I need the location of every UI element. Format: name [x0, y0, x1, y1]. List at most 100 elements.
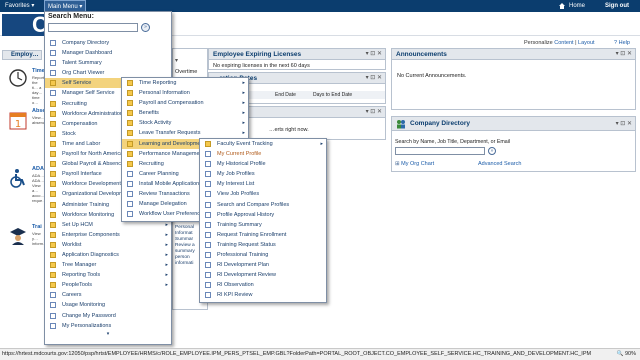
menu-item-label: Administer Training — [62, 201, 110, 208]
menu-item-ri-kpi-review[interactable]: RI KPI Review — [200, 290, 326, 300]
home-icon[interactable] — [558, 2, 566, 10]
document-icon — [205, 151, 211, 158]
folder-icon — [127, 80, 133, 86]
submenu-arrow-icon: ▸ — [165, 241, 168, 248]
document-icon — [205, 282, 211, 289]
folder-icon — [50, 262, 56, 269]
portlet-options-icon[interactable]: ▾ ⊡ ✕ — [616, 49, 632, 60]
menu-item-label: RI Development Review — [217, 272, 276, 279]
advanced-search-link[interactable]: Advanced Search — [478, 161, 521, 167]
search-menu-label: Search Menu: — [48, 13, 94, 20]
sign-out-link[interactable]: Sign out — [602, 0, 632, 12]
menu-item-label: Enterprise Components — [62, 231, 120, 238]
menu-item-stock-activity[interactable]: Stock Activity ▸ — [122, 118, 248, 128]
menu-item-my-personalizations[interactable]: My Personalizations — [45, 321, 171, 331]
menu-item-training-request-status[interactable]: Training Request Status — [200, 240, 326, 250]
menu-item-view-job-profiles[interactable]: View Job Profiles — [200, 189, 326, 199]
learning-development-submenu: Faculty Event Tracking ▸ My Current Profil… — [199, 138, 327, 303]
menu-item-request-training-enrollment[interactable]: Request Training Enrollment — [200, 230, 326, 240]
directory-search-input[interactable] — [395, 147, 485, 155]
portlet-controls[interactable]: ▾ — [175, 57, 178, 64]
folder-icon — [50, 241, 56, 248]
menu-item-my-job-profiles[interactable]: My Job Profiles — [200, 169, 326, 179]
submenu-arrow-icon: ▸ — [242, 90, 245, 97]
zoom-level[interactable]: 🔍 90% — [612, 349, 636, 360]
submenu-arrow-icon: ▸ — [242, 130, 245, 137]
menu-item-my-current-profile[interactable]: My Current Profile — [200, 149, 326, 159]
menu-item-my-interest-list[interactable]: My Interest List — [200, 179, 326, 189]
directory-search-label: Search by Name, Job Title, Department, o… — [395, 139, 511, 145]
menu-item-my-historical-profile[interactable]: My Historical Profile — [200, 159, 326, 169]
portlet-options-icon[interactable]: ▾ ⊡ ✕ — [366, 73, 382, 84]
menu-item-reporting-tools[interactable]: Reporting Tools ▸ — [45, 270, 171, 280]
menu-item-change-my-password[interactable]: Change My Password — [45, 311, 171, 321]
menu-item-label: Training Request Status — [217, 241, 276, 248]
expiring-licenses-portlet: Employee Expiring Licenses ▾ ⊡ ✕ No expir… — [208, 48, 386, 70]
menu-item-ri-observation[interactable]: RI Observation — [200, 280, 326, 290]
menu-item-label: RI Observation — [217, 282, 254, 289]
menu-item-label: Recruiting — [139, 160, 164, 167]
search-menu-input[interactable] — [48, 23, 138, 32]
menu-item-label: Reporting Tools — [62, 272, 101, 279]
directory-search-go-button[interactable]: » — [488, 147, 496, 155]
menu-item-label: Stock Activity — [139, 120, 172, 127]
menu-item-careers[interactable]: Careers — [45, 290, 171, 300]
announcements-body: No Current Announcements. — [397, 73, 467, 79]
menu-item-professional-training[interactable]: Professional Training — [200, 250, 326, 260]
menu-item-search-and-compare-profiles[interactable]: Search and Compare Profiles — [200, 200, 326, 210]
menu-item-application-diagnostics[interactable]: Application Diagnostics ▸ — [45, 250, 171, 260]
menu-item-enterprise-components[interactable]: Enterprise Components ▸ — [45, 230, 171, 240]
time-tile-text: Report… the ti… a day… time o… — [32, 75, 44, 105]
menu-item-payroll-and-compensation[interactable]: Payroll and Compensation ▸ — [122, 98, 248, 108]
menu-item-label: Org Chart Viewer — [62, 70, 105, 77]
personalize-content-link[interactable]: Content — [554, 40, 573, 46]
menu-item-manager-dashboard[interactable]: Manager Dashboard — [45, 48, 171, 58]
menu-item-worklist[interactable]: Worklist ▸ — [45, 240, 171, 250]
portlet-options-icon[interactable]: ▾ ⊡ ✕ — [366, 107, 382, 118]
menu-item-label: Time and Labor — [62, 140, 101, 147]
time-tile-title[interactable]: Time — [32, 68, 45, 74]
search-menu-go-button[interactable]: » — [141, 23, 150, 32]
document-icon — [205, 161, 211, 168]
menu-item-label: PeopleTools — [62, 282, 92, 289]
scroll-down-arrow[interactable]: ▾ — [45, 331, 171, 339]
menu-item-tree-manager[interactable]: Tree Manager ▸ — [45, 260, 171, 270]
menu-item-ri-development-plan[interactable]: RI Development Plan — [200, 260, 326, 270]
favorites-menu[interactable]: Favorites ▾ — [2, 0, 37, 12]
announcements-portlet: Announcements ▾ ⊡ ✕ No Current Announceme… — [391, 48, 636, 110]
personalize-layout-link[interactable]: Layout — [578, 40, 595, 46]
folder-icon — [127, 130, 133, 137]
menu-item-time-reporting[interactable]: Time Reporting ▸ — [122, 78, 248, 88]
portlet-options-icon[interactable]: ▾ ⊡ ✕ — [366, 49, 382, 60]
menu-item-company-directory[interactable]: Company Directory — [45, 38, 171, 48]
menu-item-peopletools[interactable]: PeopleTools ▸ — [45, 280, 171, 290]
folder-icon — [127, 140, 133, 147]
menu-item-talent-summary[interactable]: Talent Summary — [45, 58, 171, 68]
menu-item-profile-approval-history[interactable]: Profile Approval History — [200, 210, 326, 220]
submenu-arrow-icon: ▸ — [242, 110, 245, 117]
home-link[interactable]: Home — [566, 0, 588, 12]
portlet-options-icon[interactable]: ▾ ⊡ ✕ — [616, 117, 632, 131]
my-org-chart-link[interactable]: ⊞ My Org Chart — [395, 161, 434, 167]
menu-item-label: Review Transactions — [139, 191, 190, 198]
overtime-label[interactable]: Overtime — [175, 69, 197, 75]
document-icon — [205, 231, 211, 238]
menu-item-benefits[interactable]: Benefits ▸ — [122, 108, 248, 118]
help-link[interactable]: ? Help — [614, 40, 630, 46]
folder-icon — [127, 90, 133, 97]
personal-info-summary[interactable]: Personal Informat Summar Review a summar… — [175, 225, 195, 267]
folder-icon — [50, 282, 56, 289]
menu-item-training-summary[interactable]: Training Summary — [200, 220, 326, 230]
menu-item-label: Set Up HCM — [62, 221, 93, 228]
menu-item-ri-development-review[interactable]: RI Development Review — [200, 270, 326, 280]
document-icon — [127, 201, 133, 208]
ada-tile-title[interactable]: ADA — [32, 166, 44, 172]
training-tile-title[interactable]: Trai — [32, 224, 42, 230]
menu-item-faculty-event-tracking[interactable]: Faculty Event Tracking ▸ — [200, 139, 326, 149]
menu-item-personal-information[interactable]: Personal Information ▸ — [122, 88, 248, 98]
menu-item-usage-monitoring[interactable]: Usage Monitoring — [45, 300, 171, 310]
document-icon — [50, 292, 56, 299]
menu-item-label: RI KPI Review — [217, 292, 253, 299]
document-icon — [127, 180, 133, 187]
clock-icon — [9, 69, 27, 87]
